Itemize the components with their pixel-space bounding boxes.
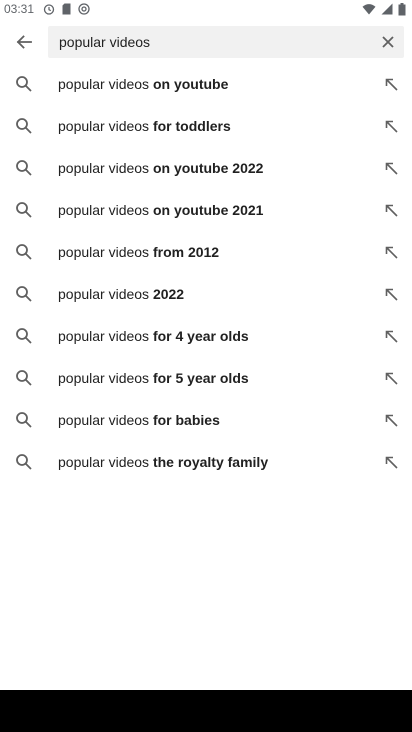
suggestion-suffix: 2022 [149, 286, 185, 302]
suggestion-prefix: popular videos [58, 160, 150, 176]
fill-query-button[interactable] [378, 365, 404, 391]
suggestion-prefix: popular videos [58, 370, 150, 386]
suggestion-prefix: popular videos [58, 286, 150, 302]
search-icon [16, 328, 32, 344]
suggestion-suffix: for toddlers [149, 118, 231, 134]
fill-query-button[interactable] [378, 281, 404, 307]
suggestion-text: popular videos for 5 year olds [58, 369, 249, 387]
suggestion-prefix: popular videos [58, 202, 150, 218]
suggestion-item[interactable]: popular videos for 4 year olds [0, 315, 412, 357]
suggestion-suffix: from 2012 [149, 244, 220, 260]
suggestion-text: popular videos 2022 [58, 285, 184, 303]
suggestion-item[interactable]: popular videos on youtube 2021 [0, 189, 412, 231]
suggestion-item[interactable]: popular videos the royalty family [0, 441, 412, 483]
suggestion-item[interactable]: popular videos on youtube 2022 [0, 147, 412, 189]
suggestion-item[interactable]: popular videos for 5 year olds [0, 357, 412, 399]
suggestion-prefix: popular videos [58, 118, 150, 134]
arrow-up-left-icon [385, 288, 398, 301]
suggestion-text: popular videos for 4 year olds [58, 327, 249, 345]
suggestion-suffix: for babies [149, 412, 220, 428]
suggestion-item[interactable]: popular videos on youtube [0, 63, 412, 105]
status-notification-icons [43, 2, 90, 16]
arrow-up-left-icon [385, 120, 398, 133]
search-icon [16, 202, 32, 218]
suggestion-suffix: on youtube 2022 [149, 160, 264, 176]
suggestion-suffix: on youtube [149, 76, 229, 92]
arrow-up-left-icon [385, 78, 398, 91]
wifi-icon [362, 4, 376, 15]
suggestion-text: popular videos for toddlers [58, 117, 231, 135]
suggestion-prefix: popular videos [58, 76, 150, 92]
suggestion-prefix: popular videos [58, 328, 150, 344]
suggestion-text: popular videos from 2012 [58, 243, 219, 261]
suggestion-suffix: the royalty family [149, 454, 269, 470]
suggestion-prefix: popular videos [58, 412, 150, 428]
status-bar: 03:31 [0, 0, 412, 20]
arrow-up-left-icon [385, 456, 398, 469]
suggestion-text: popular videos on youtube 2021 [58, 201, 263, 219]
arrow-up-left-icon [385, 162, 398, 175]
fill-query-button[interactable] [378, 113, 404, 139]
search-icon [16, 412, 32, 428]
fill-query-button[interactable] [378, 323, 404, 349]
search-icon [16, 76, 32, 92]
back-button[interactable] [8, 28, 40, 56]
suggestion-item[interactable]: popular videos for babies [0, 399, 412, 441]
search-icon [16, 370, 32, 386]
fill-query-button[interactable] [378, 407, 404, 433]
suggestion-item[interactable]: popular videos for toddlers [0, 105, 412, 147]
close-icon [382, 36, 394, 48]
arrow-up-left-icon [385, 330, 398, 343]
cell-signal-icon [381, 3, 393, 15]
suggestion-suffix: for 4 year olds [149, 328, 249, 344]
arrow-up-left-icon [385, 204, 398, 217]
search-icon [16, 286, 32, 302]
suggestion-list: popular videos on youtube popular videos… [0, 63, 412, 483]
fill-query-button[interactable] [378, 449, 404, 475]
clear-search-button[interactable] [374, 28, 402, 56]
suggestion-suffix: on youtube 2021 [149, 202, 264, 218]
search-icon [16, 454, 32, 470]
suggestion-prefix: popular videos [58, 244, 150, 260]
fill-query-button[interactable] [378, 71, 404, 97]
suggestion-suffix: for 5 year olds [149, 370, 249, 386]
status-system-icons [362, 2, 406, 16]
search-field [48, 26, 404, 58]
search-bar [0, 24, 412, 60]
search-icon [16, 244, 32, 260]
search-icon [16, 160, 32, 176]
suggestion-item[interactable]: popular videos from 2012 [0, 231, 412, 273]
arrow-back-icon [16, 35, 32, 49]
at-sign-icon [78, 3, 90, 15]
navigation-bar [0, 690, 412, 732]
arrow-up-left-icon [385, 372, 398, 385]
search-input[interactable] [48, 26, 368, 58]
alarm-icon [43, 4, 55, 15]
fill-query-button[interactable] [378, 197, 404, 223]
arrow-up-left-icon [385, 246, 398, 259]
suggestion-text: popular videos the royalty family [58, 453, 268, 471]
battery-icon [398, 2, 406, 15]
suggestion-prefix: popular videos [58, 454, 150, 470]
suggestion-text: popular videos for babies [58, 411, 220, 429]
suggestion-text: popular videos on youtube [58, 75, 228, 93]
sd-card-icon [62, 3, 71, 15]
status-time: 03:31 [4, 2, 35, 16]
suggestion-item[interactable]: popular videos 2022 [0, 273, 412, 315]
suggestion-text: popular videos on youtube 2022 [58, 159, 263, 177]
fill-query-button[interactable] [378, 239, 404, 265]
search-icon [16, 118, 32, 134]
arrow-up-left-icon [385, 414, 398, 427]
fill-query-button[interactable] [378, 155, 404, 181]
